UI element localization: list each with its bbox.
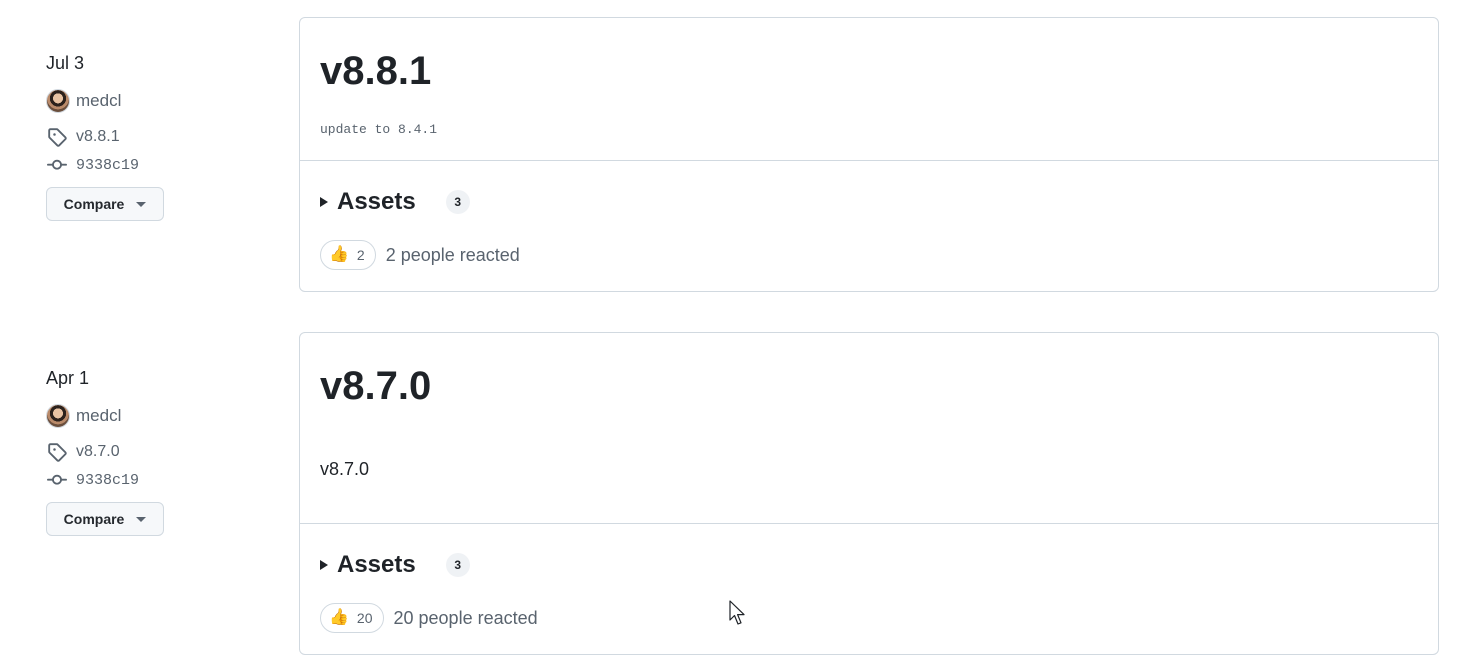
- triangle-down-icon: [136, 516, 147, 522]
- author-link[interactable]: medcl: [76, 91, 121, 111]
- tag-row[interactable]: v8.7.0: [46, 438, 246, 466]
- tag-icon: [46, 126, 68, 148]
- compare-button-label: Compare: [63, 196, 125, 212]
- author-row[interactable]: medcl: [46, 402, 246, 430]
- avatar[interactable]: [46, 89, 70, 113]
- release-title[interactable]: v8.8.1: [320, 47, 431, 95]
- triangle-down-icon: [136, 201, 147, 207]
- git-commit-icon: [46, 469, 68, 491]
- tag-row[interactable]: v8.8.1: [46, 123, 246, 151]
- author-row[interactable]: medcl: [46, 87, 246, 115]
- thumbs-up-reaction-button[interactable]: 👍 20: [320, 603, 384, 633]
- release-meta: Jul 3 medcl v8.8.1 9338c19 Compare: [46, 51, 246, 221]
- mouse-pointer-icon: [729, 600, 745, 625]
- triangle-right-icon: [320, 560, 328, 570]
- assets-toggle[interactable]: Assets 3: [320, 188, 470, 216]
- release-notes: v8.7.0: [320, 459, 370, 479]
- assets-count-badge: 3: [445, 553, 470, 577]
- avatar[interactable]: [46, 404, 70, 428]
- assets-toggle[interactable]: Assets 3: [320, 551, 470, 579]
- assets-count-badge: 3: [445, 190, 470, 214]
- reactions: 👍 2 2 people reacted: [320, 240, 520, 270]
- release-card: v8.7.0 v8.7.0 Assets 3 👍 20 20 people re…: [299, 332, 1439, 655]
- reactions: 👍 20 20 people reacted: [320, 603, 538, 633]
- tag-icon: [46, 441, 68, 463]
- release-date: Apr 1: [46, 368, 90, 388]
- author-link[interactable]: medcl: [76, 406, 121, 426]
- commit-link[interactable]: 9338c19: [76, 157, 139, 174]
- commit-link[interactable]: 9338c19: [76, 472, 139, 489]
- thumbs-up-icon: 👍: [329, 246, 349, 263]
- compare-button[interactable]: Compare: [46, 187, 164, 221]
- compare-button[interactable]: Compare: [46, 502, 164, 536]
- release-date: Jul 3: [46, 53, 85, 73]
- assets-label: Assets: [337, 188, 416, 215]
- reaction-count: 20: [356, 610, 373, 626]
- git-commit-icon: [46, 154, 68, 176]
- release-title[interactable]: v8.7.0: [320, 362, 431, 410]
- compare-button-label: Compare: [63, 511, 125, 527]
- tag-link[interactable]: v8.8.1: [76, 128, 120, 146]
- triangle-right-icon: [320, 197, 328, 207]
- tag-link[interactable]: v8.7.0: [76, 443, 120, 461]
- thumbs-up-reaction-button[interactable]: 👍 2: [320, 240, 376, 270]
- release-notes: update to 8.4.1: [320, 122, 438, 137]
- reacted-summary: 2 people reacted: [385, 244, 520, 265]
- thumbs-up-icon: 👍: [329, 609, 349, 626]
- release-meta: Apr 1 medcl v8.7.0 9338c19 Compare: [46, 366, 246, 536]
- assets-label: Assets: [337, 551, 416, 578]
- divider: [300, 160, 1438, 161]
- divider: [300, 523, 1438, 524]
- release-card: v8.8.1 update to 8.4.1 Assets 3 👍 2 2 pe…: [299, 17, 1439, 292]
- commit-row[interactable]: 9338c19: [46, 466, 246, 494]
- reacted-summary: 20 people reacted: [393, 607, 538, 628]
- commit-row[interactable]: 9338c19: [46, 151, 246, 179]
- reaction-count: 2: [356, 247, 365, 263]
